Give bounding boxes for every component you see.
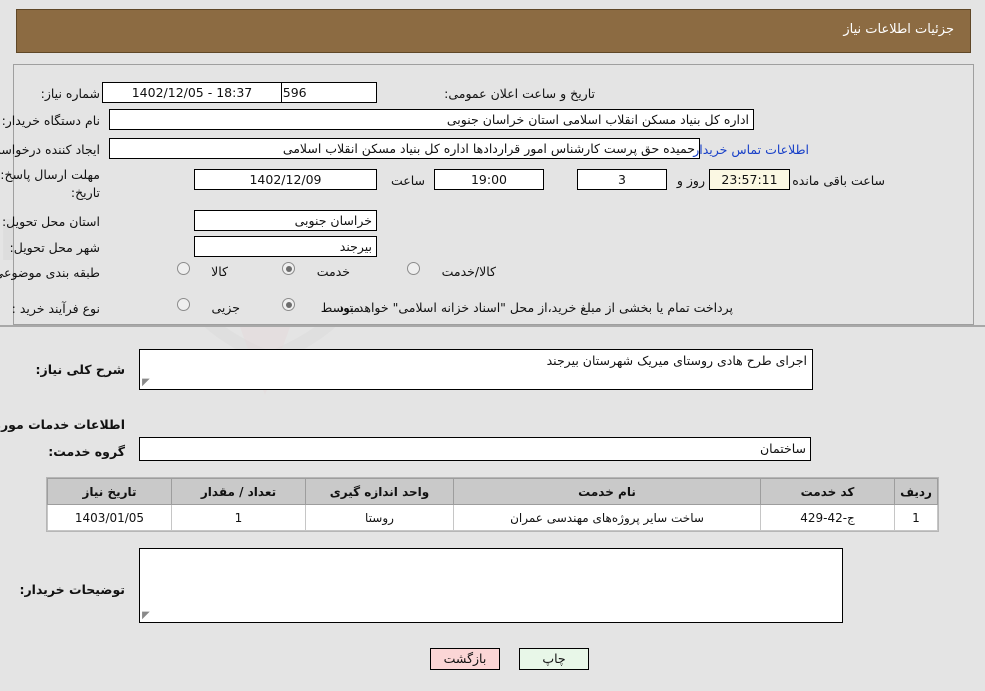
deadline-label-line1: مهلت ارسال پاسخ: تا [0, 167, 100, 182]
buyer-contact-link[interactable]: اطلاعات تماس خریدار [693, 142, 809, 157]
radio-category-service-label: خدمت [316, 264, 350, 279]
radio-process-minor[interactable] [177, 298, 190, 311]
table-header-row: ردیف کد خدمت نام خدمت واحد اندازه گیری ت… [47, 478, 938, 505]
cell-unit: روستا [305, 504, 454, 531]
col-need-date: تاریخ نیاز [47, 478, 172, 505]
cell-service-code: ج-42-429 [760, 504, 895, 531]
city-value: بیرجند [194, 236, 377, 257]
treasury-note: پرداخت تمام یا بخشی از مبلغ خرید،از محل … [334, 300, 733, 315]
radio-category-service[interactable] [282, 262, 295, 275]
page-root: AnaTender.net جزئیات اطلاعات نیاز شماره … [0, 0, 985, 691]
service-group-value: ساختمان [139, 437, 811, 461]
remaining-days-value: 3 [577, 169, 667, 190]
print-button[interactable]: چاپ [519, 648, 589, 670]
days-label: روز و [676, 173, 705, 188]
radio-process-minor-label: جزیی [211, 300, 240, 315]
buyer-org-value: اداره کل بنیاد مسکن انقلاب اسلامی استان … [109, 109, 754, 130]
deadline-label-line2: تاریخ: [70, 185, 100, 200]
services-table: ردیف کد خدمت نام خدمت واحد اندازه گیری ت… [46, 477, 939, 532]
deadline-date-value: 1402/12/09 [194, 169, 377, 190]
back-button[interactable]: بازگشت [430, 648, 500, 670]
service-group-label: گروه خدمت: [48, 444, 125, 459]
radio-category-goods-service-label: کالا/خدمت [441, 264, 496, 279]
countdown-value: 23:57:11 [709, 169, 790, 190]
col-service-code: کد خدمت [760, 478, 895, 505]
general-desc-label: شرح کلی نیاز: [35, 362, 125, 377]
cell-service-name: ساخت سایر پروژه‌های مهندسی عمران [453, 504, 761, 531]
radio-process-medium[interactable] [282, 298, 295, 311]
hour-label: ساعت [390, 173, 425, 188]
buyer-org-label: نام دستگاه خریدار: [1, 113, 100, 128]
general-desc-textarea[interactable]: اجرای طرح هادی روستای میریک شهرستان بیرج… [139, 349, 813, 390]
remaining-label: ساعت باقی مانده [792, 173, 885, 188]
col-row-no: ردیف [894, 478, 938, 505]
resize-grip-icon[interactable]: ◥ [142, 377, 150, 388]
need-summary-panel [13, 64, 974, 325]
announce-datetime-label: تاریخ و ساعت اعلان عمومی: [444, 86, 595, 101]
col-unit: واحد اندازه گیری [305, 478, 454, 505]
cell-row-no: 1 [894, 504, 938, 531]
buyer-notes-label: توضیحات خریدار: [19, 582, 125, 597]
deadline-time-value: 19:00 [434, 169, 544, 190]
radio-category-goods-label: کالا [211, 264, 228, 279]
col-quantity: تعداد / مقدار [171, 478, 306, 505]
province-label: استان محل تحویل: [1, 214, 100, 229]
resize-grip-icon-notes[interactable]: ◥ [142, 610, 150, 621]
creator-value: حمیده حق پرست کارشناس امور قراردادها ادا… [109, 138, 700, 159]
radio-category-goods[interactable] [177, 262, 190, 275]
section-divider [0, 325, 985, 327]
announce-datetime-value: 18:37 - 1402/12/05 [102, 82, 282, 103]
city-label: شهر محل تحویل: [9, 240, 100, 255]
radio-category-goods-service[interactable] [407, 262, 420, 275]
process-label: نوع فرآیند خرید : [11, 301, 100, 316]
need-number-label: شماره نیاز: [40, 86, 100, 101]
general-desc-value: اجرای طرح هادی روستای میریک شهرستان بیرج… [546, 353, 807, 368]
services-info-heading: اطلاعات خدمات مورد نیاز [0, 417, 125, 432]
page-title: جزئیات اطلاعات نیاز [843, 22, 954, 37]
col-service-name: نام خدمت [453, 478, 761, 505]
table-row: 1 ج-42-429 ساخت سایر پروژه‌های مهندسی عم… [47, 504, 938, 531]
page-header-bar: جزئیات اطلاعات نیاز [16, 9, 971, 53]
category-label: طبقه بندی موضوعی: [0, 265, 100, 280]
buyer-notes-textarea[interactable]: ◥ [139, 548, 843, 623]
cell-need-date: 1403/01/05 [47, 504, 172, 531]
creator-label: ایجاد کننده درخواست: [0, 142, 100, 157]
cell-quantity: 1 [171, 504, 306, 531]
province-value: خراسان جنوبی [194, 210, 377, 231]
